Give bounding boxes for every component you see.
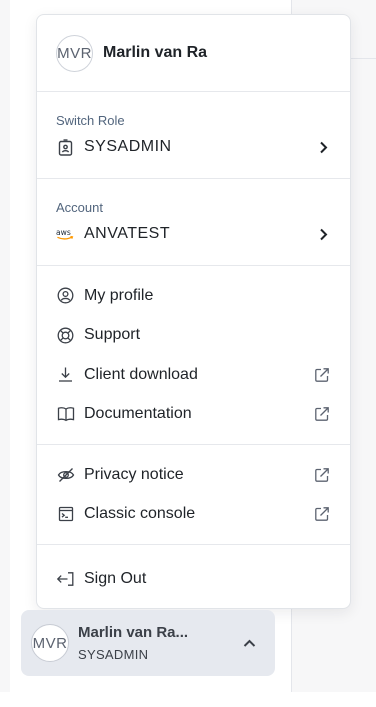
account-label: Account xyxy=(56,200,103,215)
user-menu-trigger[interactable]: MVR Marlin van Ra... SYSADMIN xyxy=(21,610,275,676)
account-switch-button[interactable]: aws ANVATEST xyxy=(56,223,331,245)
user-name: Marlin van Ra xyxy=(103,44,208,61)
privacy-notice-label: Privacy notice xyxy=(84,465,184,483)
classic-console-item[interactable]: Classic console xyxy=(37,495,350,535)
trigger-user-name: Marlin van Ra... xyxy=(78,624,189,641)
id-badge-icon xyxy=(56,138,75,157)
switch-role-button[interactable]: SYSADMIN xyxy=(56,136,331,158)
my-profile-item[interactable]: My profile xyxy=(37,276,350,316)
sign-out-item[interactable]: Sign Out xyxy=(37,545,350,608)
documentation-item[interactable]: Documentation xyxy=(37,395,350,435)
support-item[interactable]: Support xyxy=(37,316,350,356)
external-link-icon xyxy=(313,505,331,523)
client-download-label: Client download xyxy=(84,365,198,383)
menu-links-section: My profile Support Client download Docum… xyxy=(37,266,350,445)
current-account: ANVATEST xyxy=(84,225,171,242)
lifebuoy-icon xyxy=(56,326,75,345)
avatar-initials: MVR xyxy=(32,634,68,652)
chevron-up-icon xyxy=(243,639,263,648)
switch-role-section: Switch Role SYSADMIN xyxy=(37,92,350,179)
sign-out-icon xyxy=(56,570,75,589)
external-link-icon xyxy=(313,405,331,423)
trigger-user-role: SYSADMIN xyxy=(78,647,149,662)
user-circle-icon xyxy=(56,286,75,305)
trigger-user-info: Marlin van Ra... SYSADMIN xyxy=(78,624,243,662)
menu-legal-section: Privacy notice Classic console xyxy=(37,445,350,545)
eye-off-icon xyxy=(56,465,75,484)
sign-out-label: Sign Out xyxy=(84,570,147,587)
avatar: MVR xyxy=(31,624,69,662)
avatar: MVR xyxy=(56,34,93,72)
user-menu-header: MVR Marlin van Ra xyxy=(37,15,350,92)
chevron-right-icon xyxy=(319,141,328,154)
book-icon xyxy=(56,405,75,424)
user-menu-dropdown: MVR Marlin van Ra Switch Role SYSADMIN A… xyxy=(36,14,351,609)
my-profile-label: My profile xyxy=(84,286,154,304)
support-label: Support xyxy=(84,326,141,344)
external-link-icon xyxy=(313,366,331,384)
chevron-right-icon xyxy=(319,228,328,241)
switch-role-label: Switch Role xyxy=(56,113,125,128)
aws-logo-text: aws xyxy=(56,228,71,237)
current-role: SYSADMIN xyxy=(84,138,172,155)
divider xyxy=(350,58,376,59)
account-section: Account aws ANVATEST xyxy=(37,179,350,266)
download-icon xyxy=(56,365,75,384)
external-link-icon xyxy=(313,466,331,484)
classic-console-label: Classic console xyxy=(84,505,196,523)
privacy-notice-item[interactable]: Privacy notice xyxy=(37,455,350,495)
client-download-item[interactable]: Client download xyxy=(37,355,350,395)
aws-logo-icon: aws xyxy=(56,225,75,244)
avatar-initials: MVR xyxy=(57,44,92,62)
app-footer-area xyxy=(0,692,376,707)
terminal-icon xyxy=(56,505,75,524)
documentation-label: Documentation xyxy=(84,405,192,423)
